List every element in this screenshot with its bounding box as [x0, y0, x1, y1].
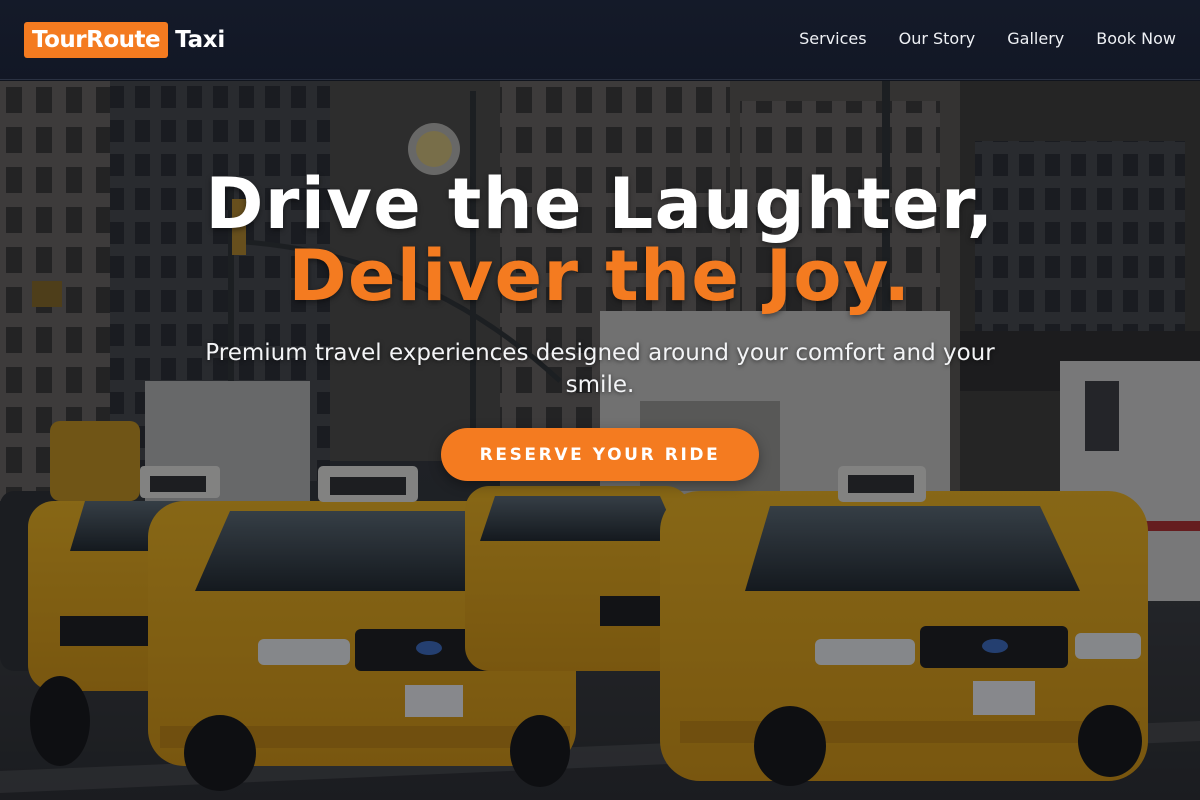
hero-title-line1: Drive the Laughter,: [205, 163, 995, 245]
hero-title: Drive the Laughter, Deliver the Joy.: [0, 168, 1200, 312]
nav-link-gallery[interactable]: Gallery: [1007, 29, 1064, 48]
nav-link-book-now[interactable]: Book Now: [1096, 29, 1176, 48]
hero-subtitle: Premium travel experiences designed arou…: [205, 340, 995, 398]
brand-text: Taxi: [175, 27, 225, 53]
nav-link-services[interactable]: Services: [799, 29, 866, 48]
top-navbar: TourRoute Taxi Services Our Story Galler…: [0, 0, 1200, 80]
hero-title-line2: Deliver the Joy.: [288, 235, 912, 317]
brand-logo[interactable]: TourRoute Taxi: [24, 22, 225, 58]
nav-menu: Services Our Story Gallery Book Now: [799, 29, 1176, 48]
brand-badge: TourRoute: [24, 22, 169, 58]
reserve-ride-button[interactable]: RESERVE YOUR RIDE: [441, 428, 759, 481]
nav-link-our-story[interactable]: Our Story: [899, 29, 976, 48]
